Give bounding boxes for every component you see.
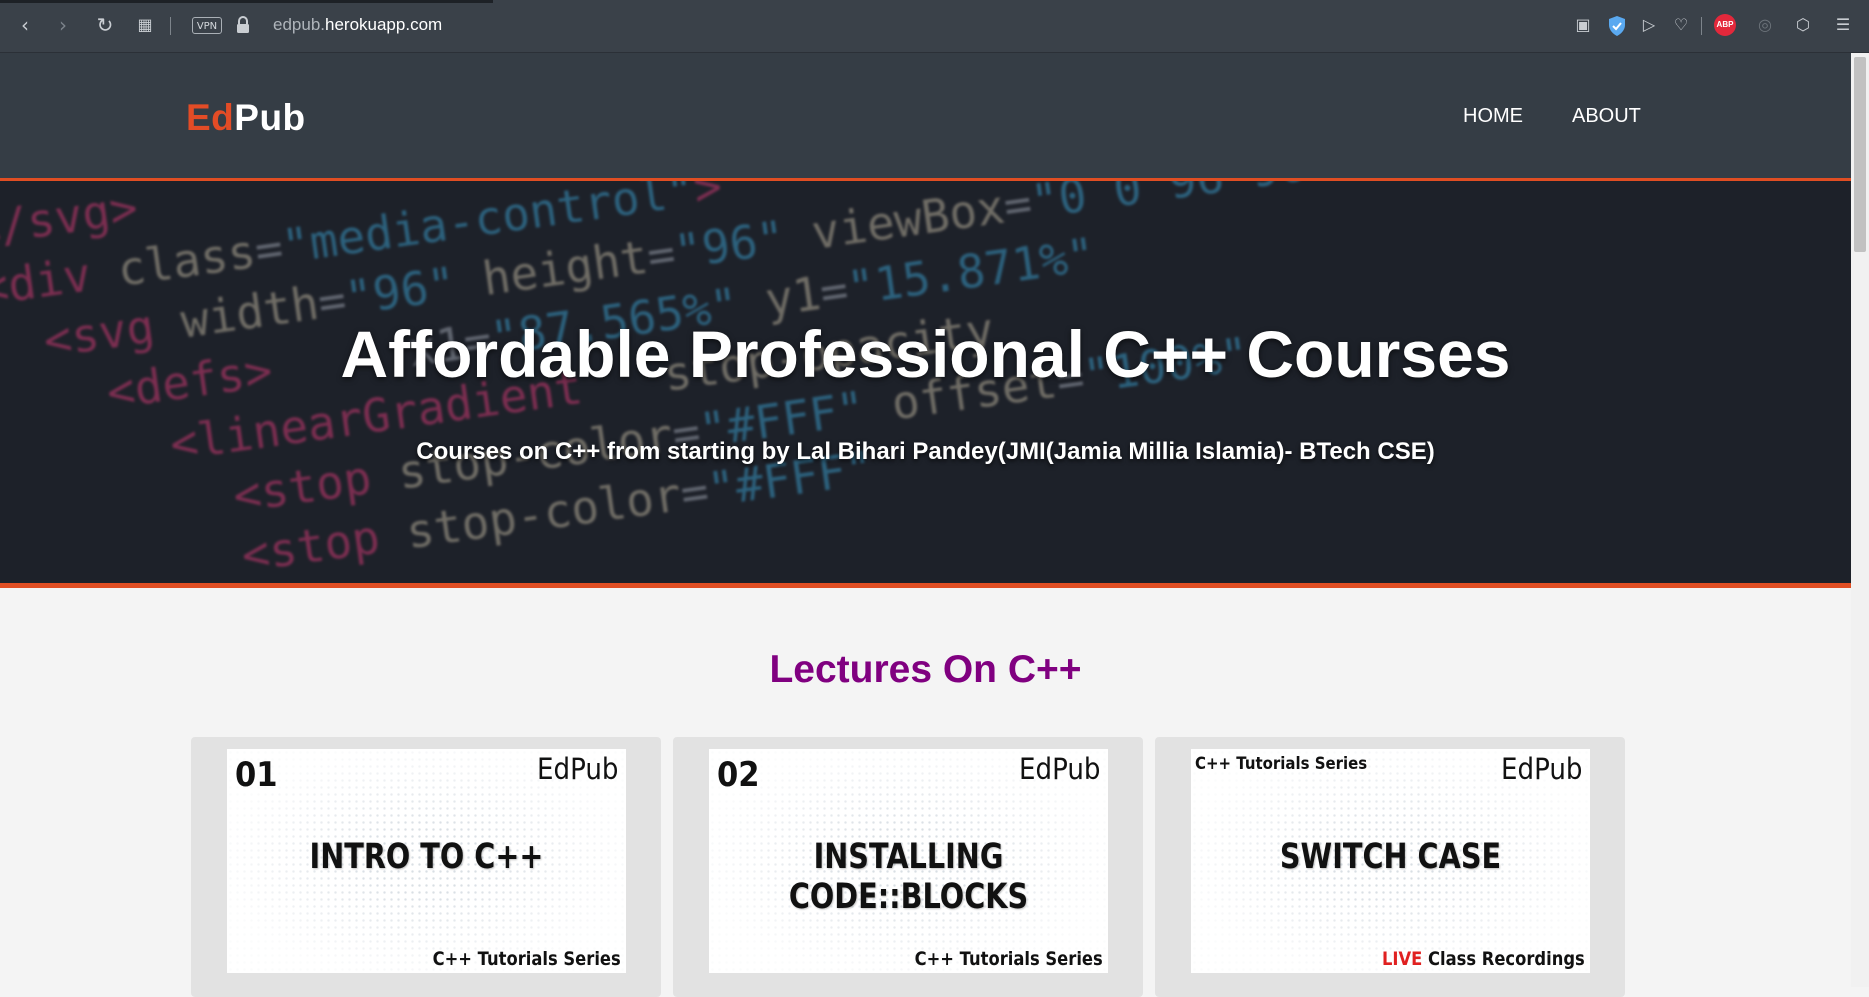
- camera-icon[interactable]: ▣: [1572, 14, 1594, 36]
- toolbar-divider: [170, 17, 171, 35]
- logo-pub: Pub: [234, 97, 306, 138]
- lecture-title: INSTALLING CODE::BLOCKS: [788, 837, 1029, 917]
- lecture-series-label: C++ Tutorials Series: [1195, 754, 1368, 774]
- adblock-icon[interactable]: ABP: [1714, 14, 1736, 36]
- hero-title: Affordable Professional C++ Courses: [340, 317, 1511, 391]
- vpn-badge[interactable]: VPN: [192, 17, 222, 34]
- live-badge: LIVE: [1382, 948, 1423, 970]
- thumbnail-brand: EdPub: [1018, 752, 1100, 786]
- lecture-number: 01: [235, 755, 278, 795]
- hero-banner: <rect width="800" height </svg> <div cla…: [0, 181, 1851, 588]
- shield-icon[interactable]: [1607, 15, 1627, 37]
- active-tab-indicator: [0, 0, 493, 3]
- page-scrollbar[interactable]: [1851, 53, 1869, 987]
- lecture-title: INTRO TO C++: [309, 837, 544, 877]
- lectures-heading: Lectures On C++: [769, 648, 1082, 691]
- reload-icon[interactable]: ↻: [92, 12, 118, 38]
- url-prefix: edpub.: [273, 15, 325, 34]
- toolbar-divider: [1701, 17, 1702, 35]
- lecture-card[interactable]: 01 EdPub INTRO TO C++ C++ Tutorials Seri…: [191, 737, 661, 997]
- scrollbar-thumb[interactable]: [1854, 57, 1866, 252]
- lecture-series-label: C++ Tutorials Series: [914, 948, 1103, 970]
- lecture-card[interactable]: 02 EdPub INSTALLING CODE::BLOCKS C++ Tut…: [673, 737, 1143, 997]
- thumbnail-brand: EdPub: [1500, 752, 1582, 786]
- live-recordings-label: LIVE Class Recordings: [1382, 948, 1585, 970]
- url-host: herokuapp.com: [325, 15, 443, 34]
- nav-about-link[interactable]: ABOUT: [1572, 105, 1641, 128]
- tabs-grid-icon[interactable]: ▦: [132, 12, 158, 38]
- send-icon[interactable]: ▷: [1638, 14, 1660, 36]
- thumbnail-brand: EdPub: [536, 752, 618, 786]
- lecture-series-label: C++ Tutorials Series: [432, 948, 621, 970]
- nav-home-link[interactable]: HOME: [1463, 105, 1523, 128]
- lecture-card[interactable]: C++ Tutorials Series EdPub SWITCH CASE L…: [1155, 737, 1625, 997]
- site-logo[interactable]: EdPub: [186, 97, 306, 139]
- lecture-title: SWITCH CASE: [1279, 837, 1502, 877]
- menu-icon[interactable]: ☰: [1832, 14, 1854, 36]
- forward-icon[interactable]: ›: [50, 12, 76, 38]
- recordings-text: Class Recordings: [1422, 948, 1585, 970]
- lecture-thumbnail[interactable]: 02 EdPub INSTALLING CODE::BLOCKS C++ Tut…: [709, 749, 1108, 973]
- lecture-number: 02: [717, 755, 760, 795]
- lecture-thumbnail[interactable]: C++ Tutorials Series EdPub SWITCH CASE L…: [1191, 749, 1590, 973]
- lecture-thumbnail[interactable]: 01 EdPub INTRO TO C++ C++ Tutorials Seri…: [227, 749, 626, 973]
- cube-icon[interactable]: ⬡: [1792, 14, 1814, 36]
- browser-toolbar: ‹ › ↻ ▦ VPN edpub.herokuapp.com ▣ ▷ ♡ AB…: [0, 0, 1869, 53]
- address-bar[interactable]: edpub.herokuapp.com: [273, 15, 442, 35]
- logo-ed: Ed: [186, 97, 235, 138]
- site-header: EdPub HOME ABOUT: [0, 53, 1851, 181]
- hero-subtitle: Courses on C++ from starting by Lal Biha…: [416, 438, 1435, 465]
- lock-icon: [237, 16, 249, 33]
- heart-icon[interactable]: ♡: [1670, 14, 1692, 36]
- back-icon[interactable]: ‹: [12, 12, 38, 38]
- record-icon[interactable]: ◎: [1754, 14, 1776, 36]
